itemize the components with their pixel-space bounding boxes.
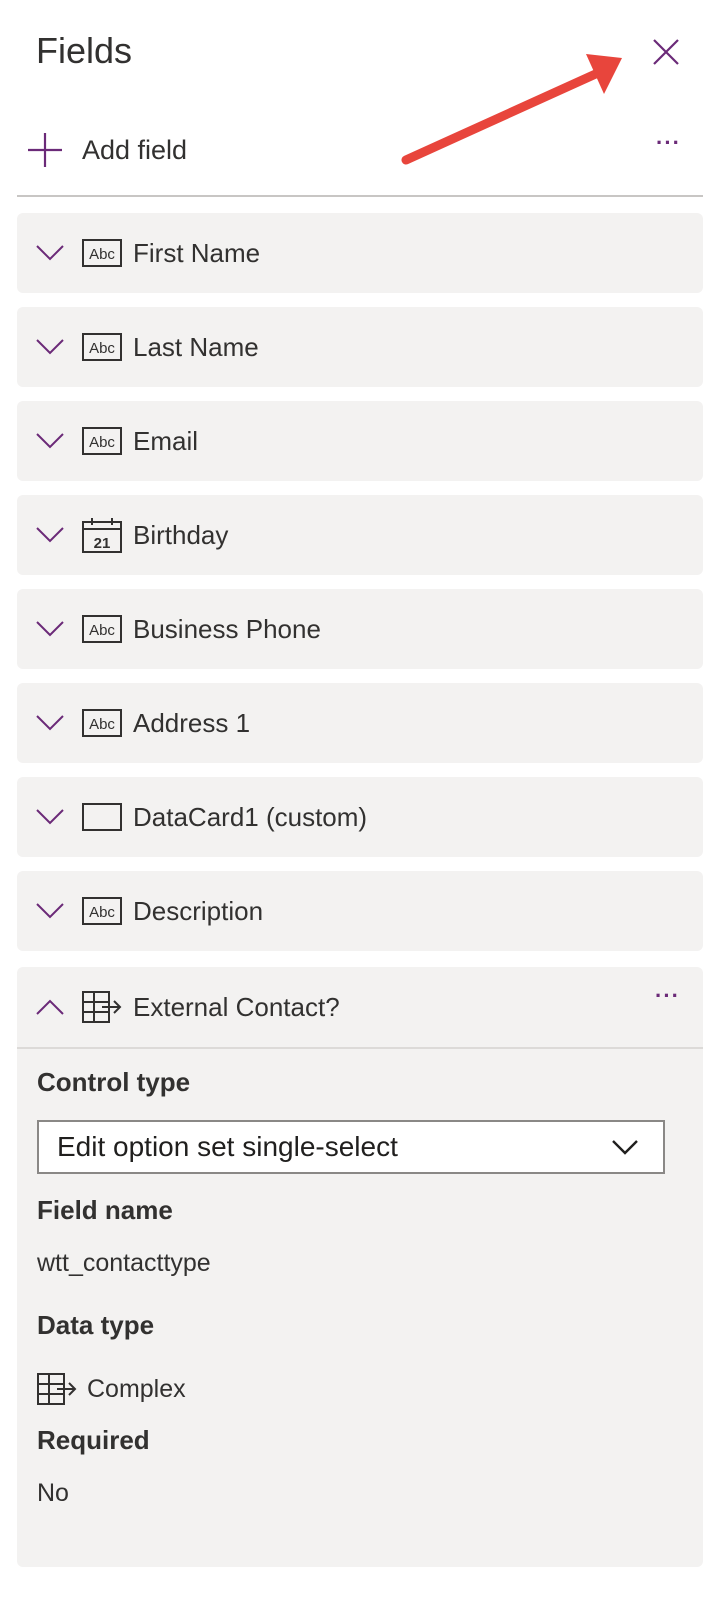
- add-field-button[interactable]: Add field: [26, 128, 187, 172]
- field-name: Email: [133, 425, 199, 456]
- svg-text:Abc: Abc: [89, 904, 115, 921]
- svg-text:Abc: Abc: [89, 716, 115, 733]
- chevron-down-icon[interactable]: [35, 620, 65, 638]
- panel-title: Fields: [36, 30, 133, 71]
- text-abc-icon: Abc: [81, 238, 123, 268]
- field-row[interactable]: Abc Description: [17, 871, 703, 951]
- add-field-label: Add field: [82, 134, 188, 165]
- required-label: Required: [37, 1425, 150, 1455]
- expanded-field-header[interactable]: External Contact? ···: [17, 967, 703, 1049]
- expanded-field-card: External Contact? ··· Control type Edit …: [17, 967, 703, 1567]
- field-row[interactable]: DataCard1 (custom): [17, 777, 703, 857]
- field-row[interactable]: Abc First Name: [17, 213, 703, 293]
- text-abc-icon: Abc: [81, 426, 123, 456]
- text-abc-icon: Abc: [81, 332, 123, 362]
- chevron-down-icon[interactable]: [35, 244, 65, 262]
- svg-text:Abc: Abc: [89, 246, 115, 263]
- field-row[interactable]: Abc Address 1: [17, 683, 703, 763]
- option-set-icon: [81, 991, 123, 1023]
- field-name: Business Phone: [133, 613, 321, 644]
- annotation-arrow-icon: [401, 54, 622, 165]
- field-name: First Name: [133, 237, 261, 268]
- field-list: Abc First Name Abc Last Name Abc Email 21 Birth…: [17, 213, 703, 965]
- more-options-button[interactable]: ···: [656, 130, 681, 156]
- field-name-label: Field name: [37, 1195, 173, 1225]
- chevron-down-icon[interactable]: [35, 714, 65, 732]
- calendar-icon: 21: [81, 518, 123, 553]
- divider: [17, 195, 703, 197]
- control-type-label: Control type: [37, 1067, 191, 1097]
- chevron-down-icon[interactable]: [35, 432, 65, 450]
- expanded-field-name: External Contact?: [133, 991, 340, 1022]
- svg-text:Abc: Abc: [89, 622, 115, 639]
- text-abc-icon: Abc: [81, 896, 123, 926]
- complex-type-icon: [37, 1373, 77, 1405]
- field-row[interactable]: 21 Birthday: [17, 495, 703, 575]
- data-type-value-row: Complex: [37, 1373, 186, 1405]
- chevron-up-icon[interactable]: [35, 998, 65, 1016]
- field-name-value: wtt_contacttype: [37, 1249, 211, 1277]
- field-row[interactable]: Abc Business Phone: [17, 589, 703, 669]
- control-type-dropdown[interactable]: Edit option set single-select: [37, 1120, 665, 1174]
- svg-text:21: 21: [94, 535, 111, 552]
- text-abc-icon: Abc: [81, 708, 123, 738]
- required-value: No: [37, 1479, 69, 1507]
- chevron-down-icon[interactable]: [35, 338, 65, 356]
- text-abc-icon: Abc: [81, 614, 123, 644]
- field-name: Last Name: [133, 331, 259, 362]
- card-icon: [81, 802, 123, 832]
- field-name: DataCard1 (custom): [133, 801, 368, 832]
- svg-text:Abc: Abc: [89, 434, 115, 451]
- chevron-down-icon[interactable]: [35, 808, 65, 826]
- chevron-down-icon: [612, 1140, 638, 1155]
- field-row[interactable]: Abc Last Name: [17, 307, 703, 387]
- field-row[interactable]: Abc Email: [17, 401, 703, 481]
- svg-text:Abc: Abc: [89, 340, 115, 357]
- field-name: Address 1: [133, 707, 251, 738]
- chevron-down-icon[interactable]: [35, 902, 65, 920]
- field-name: Birthday: [133, 519, 229, 550]
- plus-icon: [28, 133, 62, 167]
- close-icon[interactable]: [650, 36, 682, 68]
- control-type-value: Edit option set single-select: [57, 1131, 398, 1162]
- data-type-label: Data type: [37, 1310, 155, 1340]
- field-more-options-button[interactable]: ···: [655, 983, 680, 1009]
- field-name: Description: [133, 895, 264, 926]
- data-type-value: Complex: [87, 1374, 186, 1403]
- chevron-down-icon[interactable]: [35, 526, 65, 544]
